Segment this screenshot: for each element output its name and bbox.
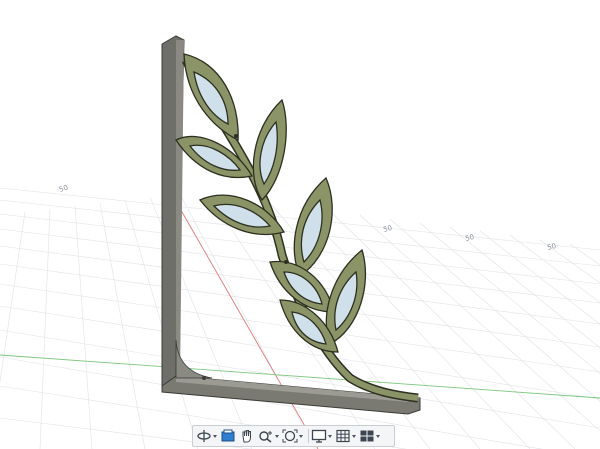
look-at-button[interactable] [220, 426, 236, 446]
toolbar-divider [308, 429, 309, 443]
viewports-menu-caret[interactable] [376, 434, 380, 438]
grid-label: 50 [382, 224, 393, 234]
mount-hole [202, 376, 206, 380]
fit-icon [282, 429, 298, 443]
orbit-button[interactable] [196, 426, 212, 446]
grid-snap-menu-caret[interactable] [352, 434, 356, 438]
grid-label: 50 [546, 242, 557, 252]
grid-label: 50 [58, 184, 69, 194]
viewports-button[interactable] [359, 426, 375, 446]
pan-hand-icon [242, 430, 251, 443]
3d-viewport[interactable]: 50 50 50 50 [0, 0, 600, 449]
screw-hole [284, 260, 288, 264]
display-settings-icon [311, 429, 327, 443]
display-settings-menu-caret[interactable] [328, 434, 332, 438]
orbit-menu-caret[interactable] [213, 434, 217, 438]
look-at-icon [221, 429, 235, 442]
zoom-icon [259, 431, 272, 443]
fit-button[interactable] [282, 426, 298, 446]
model-canvas[interactable]: 50 50 50 50 [0, 0, 600, 449]
grid-snap-button[interactable] [335, 426, 351, 446]
zoom-button[interactable] [258, 426, 274, 446]
zoom-menu-caret[interactable] [275, 434, 279, 438]
fit-menu-caret[interactable] [299, 434, 303, 438]
shelf-bracket-model[interactable] [161, 35, 421, 415]
navigation-toolbar [192, 425, 395, 447]
screw-hole [234, 134, 238, 138]
orbit-icon [197, 430, 211, 442]
viewports-icon [360, 430, 374, 442]
grid-label: 50 [464, 233, 475, 243]
grid-snap-icon [336, 429, 350, 443]
display-settings-button[interactable] [311, 426, 327, 446]
pan-button[interactable] [239, 426, 255, 446]
